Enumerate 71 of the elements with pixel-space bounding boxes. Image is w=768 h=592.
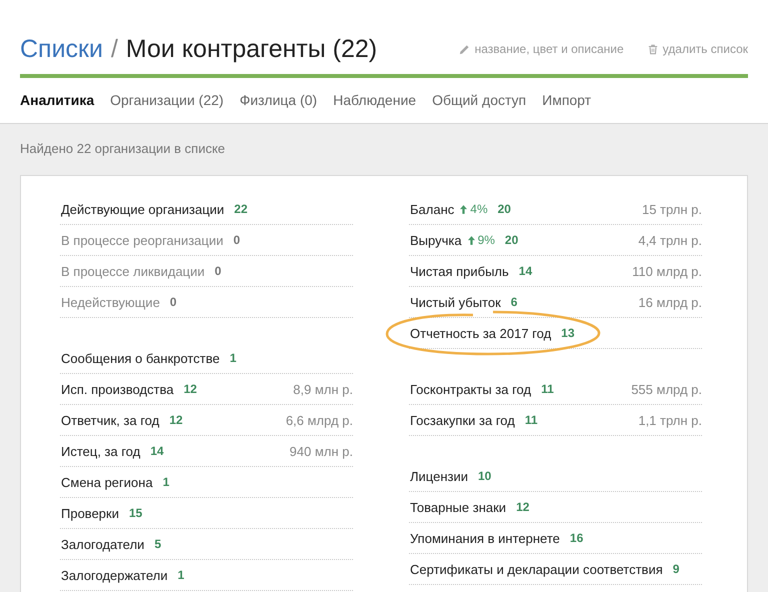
metric-count: 0 (214, 264, 222, 278)
metric-amount: 555 млрд р. (631, 382, 702, 396)
metric-link[interactable]: Залогодатели (61, 536, 144, 552)
tab[interactable]: Наблюдение (333, 92, 416, 108)
breadcrumb-separator: / (110, 35, 118, 64)
metric-count: 1 (230, 351, 236, 365)
change-percent: 9% (478, 233, 495, 247)
metric-count: 6 (510, 295, 518, 309)
pencil-icon (458, 44, 470, 54)
metric-count: 12 (184, 382, 197, 396)
metric-count: 9 (672, 562, 680, 576)
metric-link[interactable]: Недействующие (61, 294, 160, 310)
metric-link[interactable]: Упоминания в интернете (410, 530, 560, 546)
metric-count: 20 (504, 233, 518, 247)
metric-link[interactable]: Товарные знаки (410, 500, 506, 514)
metric-amount: 940 млн р. (290, 444, 353, 458)
page-title: Мои контрагенты (22) (126, 35, 378, 64)
metric-count: 12 (169, 413, 183, 427)
metric-link[interactable]: Чистый убыток (410, 294, 501, 310)
metric-amount: 4,4 трлн р. (638, 232, 702, 248)
metric-count: 16 (570, 531, 584, 545)
metric-count: 11 (541, 382, 554, 396)
metric-count: 1 (162, 475, 170, 489)
metric-link[interactable]: В процессе реорганизации (61, 232, 224, 248)
metric-link[interactable]: Сообщения о банкротстве (61, 350, 220, 366)
metric-link[interactable]: В процессе ликвидации (61, 264, 205, 278)
tab[interactable]: Организации (22) (110, 92, 224, 108)
metric-amount: 15 трлн р. (642, 202, 702, 216)
metric-count: 0 (170, 295, 177, 309)
tab[interactable]: Импорт (542, 92, 592, 108)
metric-link[interactable]: Госзакупки за год (410, 412, 515, 428)
metric-amount: 8,9 млн р. (293, 382, 353, 396)
metric-count: 10 (478, 469, 492, 483)
up-arrow-icon (460, 204, 468, 214)
metric-amount: 16 млрд р. (638, 294, 702, 310)
trash-icon (648, 44, 658, 54)
metric-amount: 110 млрд р. (632, 264, 702, 278)
metric-count: 0 (233, 233, 240, 247)
metric-count: 12 (516, 500, 530, 514)
breadcrumb-link[interactable]: Списки (20, 35, 103, 64)
metric-count: 13 (561, 326, 575, 340)
metric-amount: 1,1 трлн р. (638, 412, 702, 428)
metric-count: 14 (150, 444, 164, 458)
metric-link[interactable]: Баланс (410, 202, 454, 216)
metric-count: 11 (524, 413, 538, 427)
change-percent: 4% (470, 202, 488, 216)
tab[interactable]: Физлица (0) (240, 92, 318, 108)
results-summary: Найдено 22 организации в списке (20, 140, 226, 158)
tab[interactable]: Аналитика (20, 92, 94, 108)
metric-link[interactable]: Госконтракты за год (410, 382, 532, 396)
metric-count: 15 (128, 506, 142, 520)
metric-link[interactable]: Сертификаты и декларации соответствия (410, 562, 663, 576)
metric-link[interactable]: Проверки (61, 506, 119, 520)
metric-link[interactable]: Ответчик, за год (61, 412, 160, 428)
tab[interactable]: Общий доступ (432, 92, 526, 108)
metric-link[interactable]: Исп. производства (61, 382, 174, 396)
metric-amount: 6,6 млрд р. (286, 412, 353, 428)
metric-count: 22 (234, 202, 248, 216)
metric-count: 5 (154, 537, 162, 551)
metric-link[interactable]: Смена региона (61, 474, 153, 490)
metric-link[interactable]: Чистая прибыль (410, 264, 509, 278)
metric-count: 20 (498, 202, 511, 216)
metric-link[interactable]: Истец, за год (61, 444, 140, 458)
metric-link[interactable]: Действующие организации (61, 202, 224, 216)
up-arrow-icon (468, 236, 475, 244)
metric-link[interactable]: Выручка (410, 232, 462, 248)
metric-link[interactable]: Лицензии (410, 468, 468, 484)
metric-link[interactable]: Залогодержатели (61, 568, 168, 582)
metric-count: 1 (178, 568, 184, 582)
metric-count: 14 (518, 264, 532, 278)
metric-link[interactable]: Отчетность за 2017 год (410, 326, 552, 340)
